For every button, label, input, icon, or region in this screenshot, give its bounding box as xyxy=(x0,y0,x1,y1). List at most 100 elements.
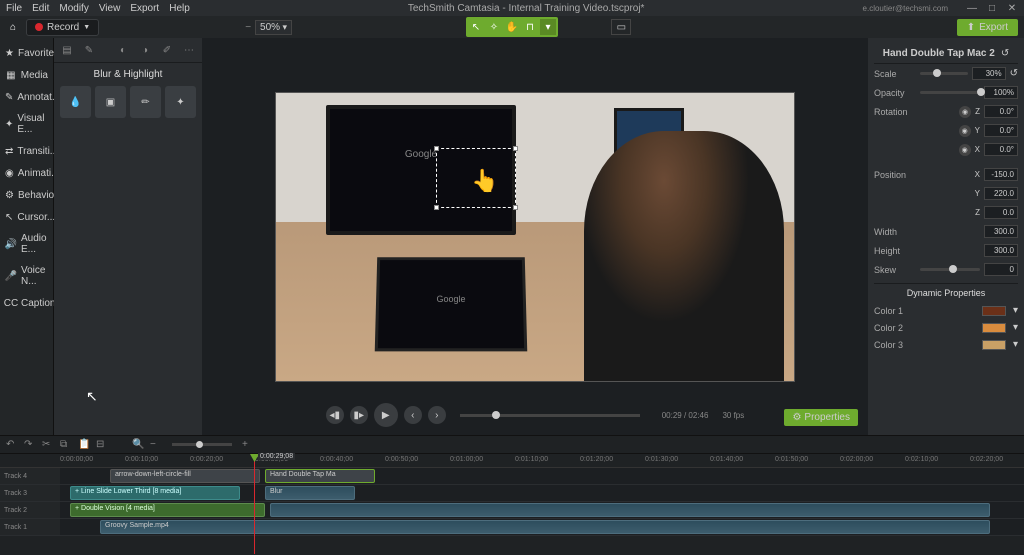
track-header[interactable]: Track 2 xyxy=(0,502,60,518)
skew-value[interactable]: 0 xyxy=(984,263,1018,276)
opacity-slider[interactable] xyxy=(920,91,980,94)
width-value[interactable]: 300.0 xyxy=(984,225,1018,238)
color-menu-icon[interactable]: ▾ xyxy=(1013,339,1018,350)
zoom-in-timeline-icon[interactable]: + xyxy=(242,439,254,451)
blur-tool[interactable]: 💧 xyxy=(60,86,91,118)
rotate-x-dial[interactable]: ◉ xyxy=(959,144,971,156)
track-body[interactable]: + Line Slide Lower Third [8 media] Blur xyxy=(60,485,1024,501)
bin-icon[interactable]: ▤ xyxy=(58,42,76,58)
scale-value[interactable]: 30% xyxy=(972,67,1006,80)
timeline-clip[interactable]: + Line Slide Lower Third [8 media] xyxy=(70,486,240,500)
undo-icon[interactable]: ↶ xyxy=(6,439,18,451)
menu-file[interactable]: File xyxy=(6,3,22,14)
opacity-value[interactable]: 100% xyxy=(984,86,1018,99)
hand-tap-annotation[interactable]: 👆 xyxy=(471,168,498,194)
more-tools-icon[interactable]: ▾ xyxy=(540,19,556,35)
color-swatch-2[interactable] xyxy=(982,340,1006,350)
rotate-z-dial[interactable]: ◉ xyxy=(959,106,971,118)
prev-marker-button[interactable]: ◂▮ xyxy=(326,406,344,424)
pan-tool-icon[interactable]: ✋ xyxy=(504,19,520,35)
sidebar-item-3[interactable]: ✦Visual E... xyxy=(0,108,53,140)
paste-icon[interactable]: 📋 xyxy=(78,439,90,451)
sidebar-item-2[interactable]: ✎Annotat... xyxy=(0,86,53,108)
timeline-clip[interactable]: Hand Double Tap Ma xyxy=(265,469,375,483)
preview-canvas[interactable]: 👆 xyxy=(275,92,795,382)
position-x-value[interactable]: -150.0 xyxy=(984,168,1018,181)
sidebar-item-10[interactable]: CCCaptions xyxy=(0,292,53,314)
zoom-out-icon[interactable]: − xyxy=(245,22,251,33)
reset-icon[interactable]: ↺ xyxy=(1001,48,1009,59)
reset-scale-icon[interactable]: ↺ xyxy=(1010,68,1018,79)
playback-scrubber[interactable] xyxy=(460,414,640,417)
menu-edit[interactable]: Edit xyxy=(32,3,49,14)
properties-button[interactable]: ⚙ Properties xyxy=(784,409,858,426)
sidebar-item-6[interactable]: ⚙Behavio... xyxy=(0,184,53,206)
droplet2-icon[interactable]: ◑ xyxy=(136,42,154,58)
color-swatch-1[interactable] xyxy=(982,323,1006,333)
minimize-icon[interactable]: — xyxy=(966,3,978,14)
record-button[interactable]: Record ▼ xyxy=(26,19,99,36)
rotation-z-value[interactable]: 0.0° xyxy=(984,105,1018,118)
copy-icon[interactable]: ⧉ xyxy=(60,439,72,451)
play-button[interactable]: ▶ xyxy=(374,403,398,427)
maximize-icon[interactable]: □ xyxy=(986,3,998,14)
crop-tool-icon[interactable]: ✧ xyxy=(486,19,502,35)
home-icon[interactable]: ⌂ xyxy=(6,20,20,34)
cut-icon[interactable]: ✂ xyxy=(42,439,54,451)
more-icon[interactable]: ⋯ xyxy=(180,42,198,58)
track-body[interactable]: arrow-down-left-circle-fill Hand Double T… xyxy=(60,468,1024,484)
export-button[interactable]: ⬆ Export xyxy=(957,19,1018,36)
magnet-tool-icon[interactable]: ⊓ xyxy=(522,19,538,35)
color-menu-icon[interactable]: ▾ xyxy=(1013,305,1018,316)
close-icon[interactable]: ✕ xyxy=(1006,3,1018,14)
zoom-fit-icon[interactable]: 🔍 xyxy=(132,439,144,451)
timeline-clip[interactable] xyxy=(270,503,990,517)
sidebar-item-5[interactable]: ◉Animati... xyxy=(0,162,53,184)
user-account[interactable]: e.cloutier@techsmi.com xyxy=(863,4,948,13)
track-header[interactable]: Track 1 xyxy=(0,519,60,535)
timeline-clip[interactable]: + Double Vision [4 media] xyxy=(70,503,265,517)
spotlight-tool[interactable]: ✦ xyxy=(165,86,196,118)
height-value[interactable]: 300.0 xyxy=(984,244,1018,257)
color-menu-icon[interactable]: ▾ xyxy=(1013,322,1018,333)
timeline-ruler[interactable]: 0:00:29;08 0:00:00;000:00:10;000:00:20;0… xyxy=(0,454,1024,468)
track-body[interactable]: + Double Vision [4 media] xyxy=(60,502,1024,518)
droplet-icon[interactable]: ◐ xyxy=(114,42,132,58)
playhead[interactable]: 0:00:29;08 xyxy=(254,454,255,554)
position-z-value[interactable]: 0.0 xyxy=(984,206,1018,219)
timeline-clip[interactable]: arrow-down-left-circle-fill xyxy=(110,469,260,483)
rotate-y-dial[interactable]: ◉ xyxy=(959,125,971,137)
skew-slider[interactable] xyxy=(920,268,980,271)
prev-clip-button[interactable]: ‹ xyxy=(404,406,422,424)
track-body[interactable]: Groovy Sample.mp4 xyxy=(60,519,1024,535)
timeline-clip[interactable]: Groovy Sample.mp4 xyxy=(100,520,990,534)
split-icon[interactable]: ⊟ xyxy=(96,439,108,451)
menu-export[interactable]: Export xyxy=(130,3,159,14)
zoom-select[interactable]: 50% ▾ xyxy=(255,20,292,35)
sidebar-item-1[interactable]: ▦Media xyxy=(0,64,53,86)
eyedropper-icon[interactable]: ✎ xyxy=(80,42,98,58)
sidebar-item-9[interactable]: 🎤Voice N... xyxy=(0,260,53,292)
sidebar-item-8[interactable]: 🔊Audio E... xyxy=(0,228,53,260)
select-tool-icon[interactable]: ↖ xyxy=(468,19,484,35)
color-swatch-0[interactable] xyxy=(982,306,1006,316)
menu-view[interactable]: View xyxy=(99,3,121,14)
rotation-y-value[interactable]: 0.0° xyxy=(984,124,1018,137)
timeline-clip[interactable]: Blur xyxy=(265,486,355,500)
redo-icon[interactable]: ↷ xyxy=(24,439,36,451)
position-y-value[interactable]: 220.0 xyxy=(984,187,1018,200)
rotation-x-value[interactable]: 0.0° xyxy=(984,143,1018,156)
sidebar-item-0[interactable]: ★Favorites xyxy=(0,42,53,64)
marker-icon[interactable]: ✐ xyxy=(158,42,176,58)
menu-help[interactable]: Help xyxy=(169,3,190,14)
track-header[interactable]: Track 4 xyxy=(0,468,60,484)
scale-slider[interactable] xyxy=(920,72,968,75)
detach-canvas-icon[interactable]: ▭ xyxy=(611,19,631,35)
next-clip-button[interactable]: › xyxy=(428,406,446,424)
track-header[interactable]: Track 3 xyxy=(0,485,60,501)
highlight-tool[interactable]: ▣ xyxy=(95,86,126,118)
pencil-tool[interactable]: ✏ xyxy=(130,86,161,118)
sidebar-item-7[interactable]: ↖Cursor... xyxy=(0,206,53,228)
timeline-zoom-slider[interactable] xyxy=(172,443,232,446)
sidebar-item-4[interactable]: ⇄Transiti... xyxy=(0,140,53,162)
